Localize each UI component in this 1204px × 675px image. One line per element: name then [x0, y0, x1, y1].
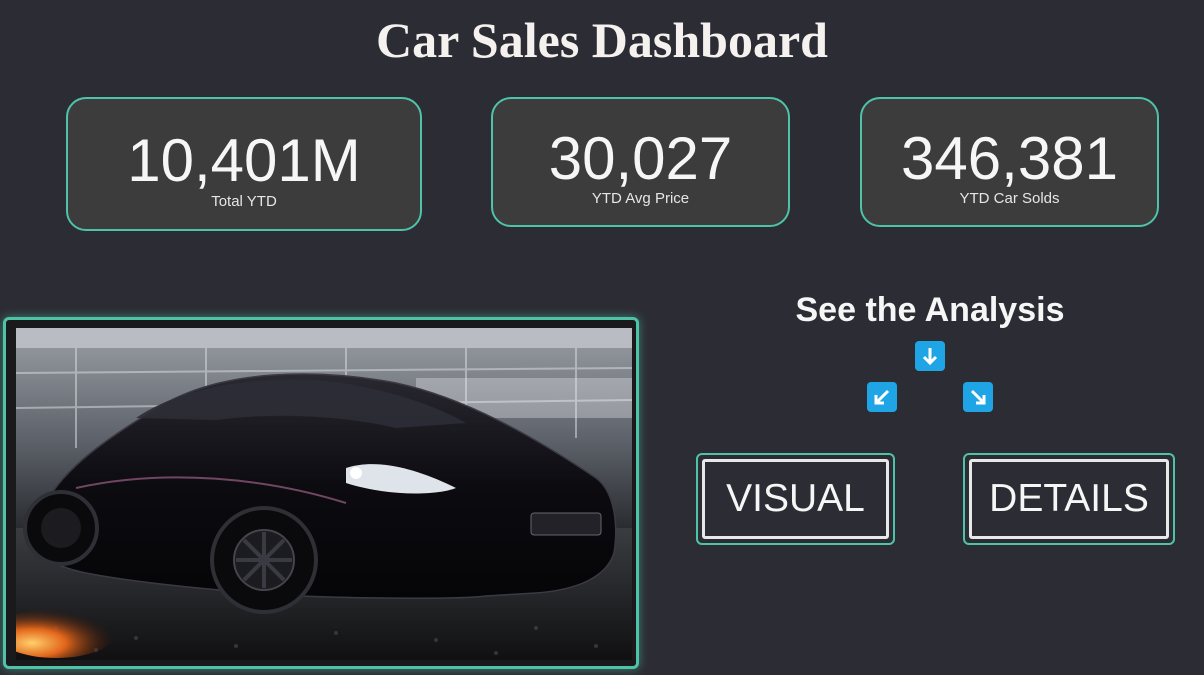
sports-car-photo [16, 328, 632, 660]
car-photo-frame [3, 317, 639, 669]
kpi-card-total-ytd: 10,401M Total YTD [66, 97, 422, 231]
analysis-title: See the Analysis [795, 291, 1065, 329]
kpi-label: YTD Avg Price [591, 190, 690, 207]
kpi-value: 346,381 [901, 125, 1118, 192]
kpi-card-cars-sold: 346,381 YTD Car Solds [860, 97, 1159, 227]
kpi-card-avg-price: 30,027 YTD Avg Price [491, 97, 790, 227]
details-button[interactable]: DETAILS [963, 453, 1175, 545]
kpi-value: 10,401M [127, 127, 361, 194]
page-title: Car Sales Dashboard [376, 12, 828, 68]
kpi-label: Total YTD [211, 193, 277, 210]
arrow-down-left-icon [867, 382, 897, 412]
arrow-down-right-icon [963, 382, 993, 412]
details-button-label: DETAILS [969, 459, 1169, 539]
kpi-label: YTD Car Solds [959, 190, 1060, 207]
visual-button[interactable]: VISUAL [696, 453, 895, 545]
arrow-down-icon [915, 341, 945, 371]
kpi-value: 30,027 [548, 125, 733, 192]
visual-button-label: VISUAL [702, 459, 889, 539]
